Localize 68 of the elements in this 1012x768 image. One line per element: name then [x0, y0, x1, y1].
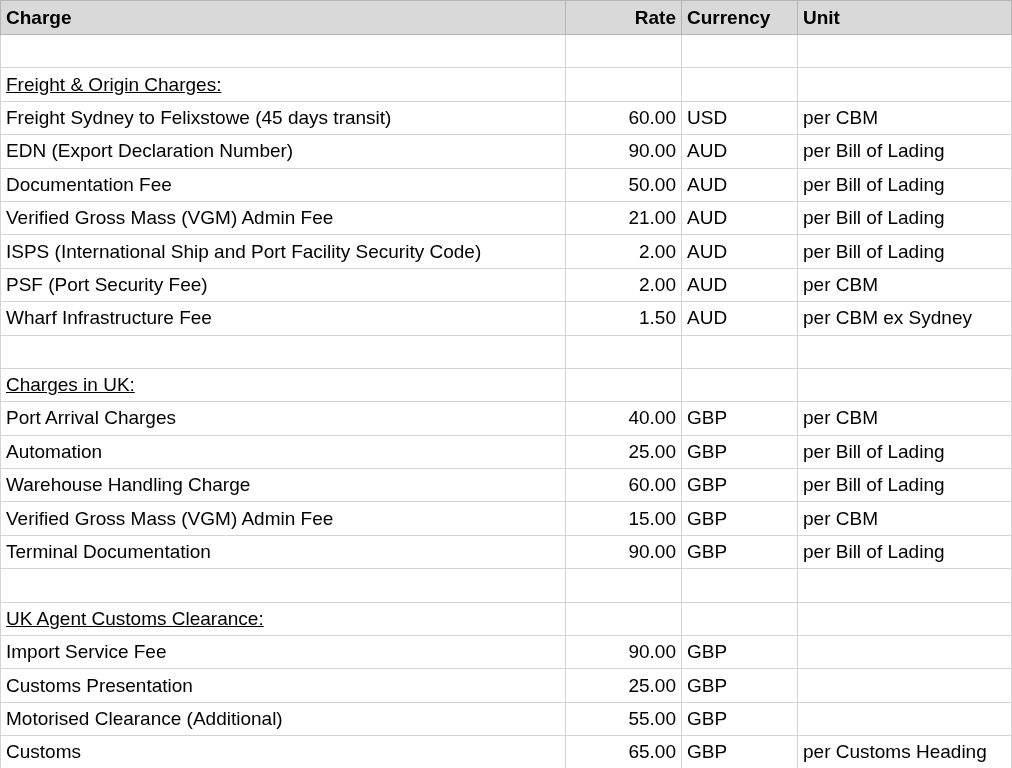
- rate-cell: 21.00: [628, 207, 676, 229]
- unit-cell: per Bill of Lading: [803, 140, 945, 162]
- rate-cell: 2.00: [639, 240, 676, 262]
- charge-cell: EDN (Export Declaration Number): [6, 140, 294, 162]
- unit-cell: per Bill of Lading: [803, 240, 945, 262]
- unit-cell: per CBM: [803, 507, 878, 529]
- unit-cell: per Customs Heading: [803, 741, 987, 763]
- rate-cell: 90.00: [628, 140, 676, 162]
- rate-cell: 25.00: [628, 674, 676, 696]
- charge-cell: Warehouse Handling Charge: [6, 474, 251, 496]
- currency-cell: GBP: [687, 440, 728, 462]
- section-heading: Freight & Origin Charges:: [6, 73, 222, 95]
- section-heading: UK Agent Customs Clearance:: [6, 607, 264, 629]
- rate-cell: 65.00: [628, 741, 676, 763]
- unit-cell: per Bill of Lading: [803, 474, 945, 496]
- charge-cell: Verified Gross Mass (VGM) Admin Fee: [6, 207, 334, 229]
- column-header: Unit: [803, 6, 840, 28]
- currency-cell: AUD: [687, 307, 728, 329]
- currency-cell: AUD: [687, 140, 728, 162]
- currency-cell: GBP: [687, 674, 728, 696]
- unit-cell: per CBM: [803, 407, 878, 429]
- currency-cell: GBP: [687, 407, 728, 429]
- rate-cell: 40.00: [628, 407, 676, 429]
- currency-cell: GBP: [687, 741, 728, 763]
- rate-cell: 60.00: [628, 474, 676, 496]
- column-header: Rate: [634, 6, 676, 28]
- rate-cell: 90.00: [628, 641, 676, 663]
- charge-cell: ISPS (International Ship and Port Facility Security Code): [6, 240, 482, 262]
- currency-cell: GBP: [687, 474, 728, 496]
- currency-cell: AUD: [687, 273, 728, 295]
- charge-cell: Motorised Clearance (Additional): [6, 708, 283, 729]
- unit-cell: per CBM: [803, 273, 878, 295]
- charge-cell: Terminal Documentation: [6, 541, 211, 563]
- rate-cell: 55.00: [628, 708, 676, 729]
- currency-cell: AUD: [687, 207, 728, 229]
- charge-cell: Verified Gross Mass (VGM) Admin Fee: [6, 507, 334, 529]
- unit-cell: per CBM ex Sydney: [803, 307, 972, 329]
- charge-cell: Documentation Fee: [6, 173, 172, 195]
- currency-cell: USD: [687, 106, 728, 128]
- charge-cell: Freight Sydney to Felixstowe (45 days transit): [6, 106, 392, 128]
- currency-cell: AUD: [687, 240, 728, 262]
- rate-cell: 1.50: [639, 307, 676, 329]
- currency-cell: AUD: [687, 173, 728, 195]
- charge-cell: Port Arrival Charges: [6, 407, 176, 429]
- charge-cell: Import Service Fee: [6, 641, 167, 663]
- section-heading: Charges in UK:: [6, 374, 135, 396]
- unit-cell: per Bill of Lading: [803, 173, 945, 195]
- unit-cell: per Bill of Lading: [803, 440, 945, 462]
- rate-cell: 2.00: [639, 273, 676, 295]
- currency-cell: GBP: [687, 507, 728, 529]
- rate-cell: 15.00: [628, 507, 676, 529]
- charge-cell: Wharf Infrastructure Fee: [6, 307, 212, 329]
- rate-cell: 60.00: [628, 106, 676, 128]
- unit-cell: per Bill of Lading: [803, 541, 945, 563]
- unit-cell: per CBM: [803, 106, 878, 128]
- rate-cell: 25.00: [628, 440, 676, 462]
- charge-cell: PSF (Port Security Fee): [6, 273, 208, 295]
- column-header: Charge: [6, 6, 72, 28]
- column-header: Currency: [687, 6, 771, 28]
- charge-cell: Customs: [6, 741, 81, 763]
- charge-cell: Automation: [6, 440, 103, 462]
- currency-cell: GBP: [687, 641, 728, 663]
- currency-cell: GBP: [687, 708, 728, 729]
- currency-cell: GBP: [687, 541, 728, 563]
- charge-cell: Customs Presentation: [6, 674, 193, 696]
- unit-cell: per Bill of Lading: [803, 207, 945, 229]
- rate-cell: 50.00: [628, 173, 676, 195]
- rate-cell: 90.00: [628, 541, 676, 563]
